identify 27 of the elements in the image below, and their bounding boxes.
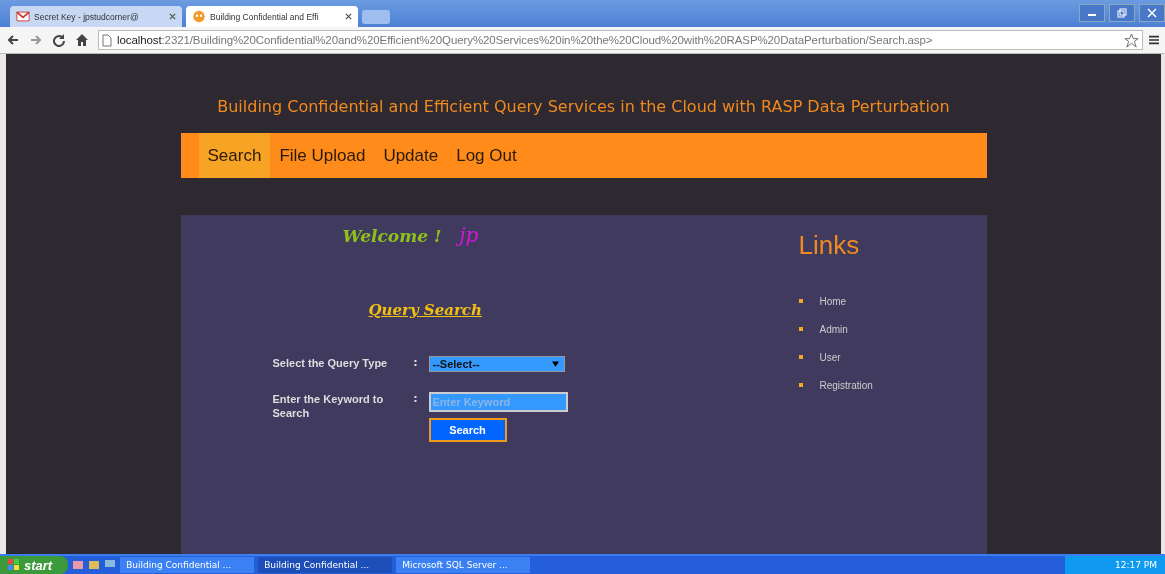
links-heading: Links — [798, 230, 861, 261]
browser-tab[interactable]: Secret Key - jpstudcorner@ — [10, 6, 182, 27]
sidebar-link[interactable]: Admin — [819, 323, 848, 335]
clock-text: 12:17 PM — [1115, 560, 1157, 570]
nav-link[interactable]: Update — [374, 133, 448, 178]
taskbar-item[interactable]: Building Confidential ... — [258, 557, 393, 573]
start-button[interactable]: start — [0, 556, 69, 574]
field-label: Select the Query Type — [272, 356, 389, 370]
colon-text: : — [412, 392, 419, 405]
field-label: Enter the Keyword to Search — [272, 392, 385, 420]
sidebar-link[interactable]: Home — [819, 295, 847, 307]
taskbar-item[interactable]: Microsoft SQL Server ... — [396, 557, 531, 573]
taskbar-item[interactable]: Building Confidential ... — [120, 557, 255, 573]
nav-link[interactable]: Log Out — [447, 133, 526, 178]
welcome-text: Welcome ! — [342, 226, 442, 246]
search-button[interactable]: Search — [428, 418, 507, 442]
nav-link[interactable]: File Upload — [270, 133, 375, 178]
sidebar-link[interactable]: Registration — [819, 379, 873, 391]
section-heading: Query Search — [368, 301, 483, 319]
keyword-field[interactable]: Enter Keyword — [428, 392, 568, 412]
nav-link[interactable]: Search — [198, 133, 271, 178]
page-title: Building Confidential and Efficient Query Services in the Cloud with RASP Data Perturbation — [217, 97, 950, 118]
query-type-dropdown[interactable]: --Select-- — [428, 356, 565, 372]
address-bar[interactable]: localhost:2321/Building%20Confidential%20and%20Efficient%20Query%20Services%20in%20the%20Cloud%20with%20RASP%20DataPerturbation/Search.asp> — [98, 30, 1143, 50]
sidebar-link[interactable]: User — [819, 351, 841, 363]
colon-text: : — [412, 356, 419, 369]
browser-tab[interactable]: Building Confidential and Effi — [186, 6, 358, 27]
